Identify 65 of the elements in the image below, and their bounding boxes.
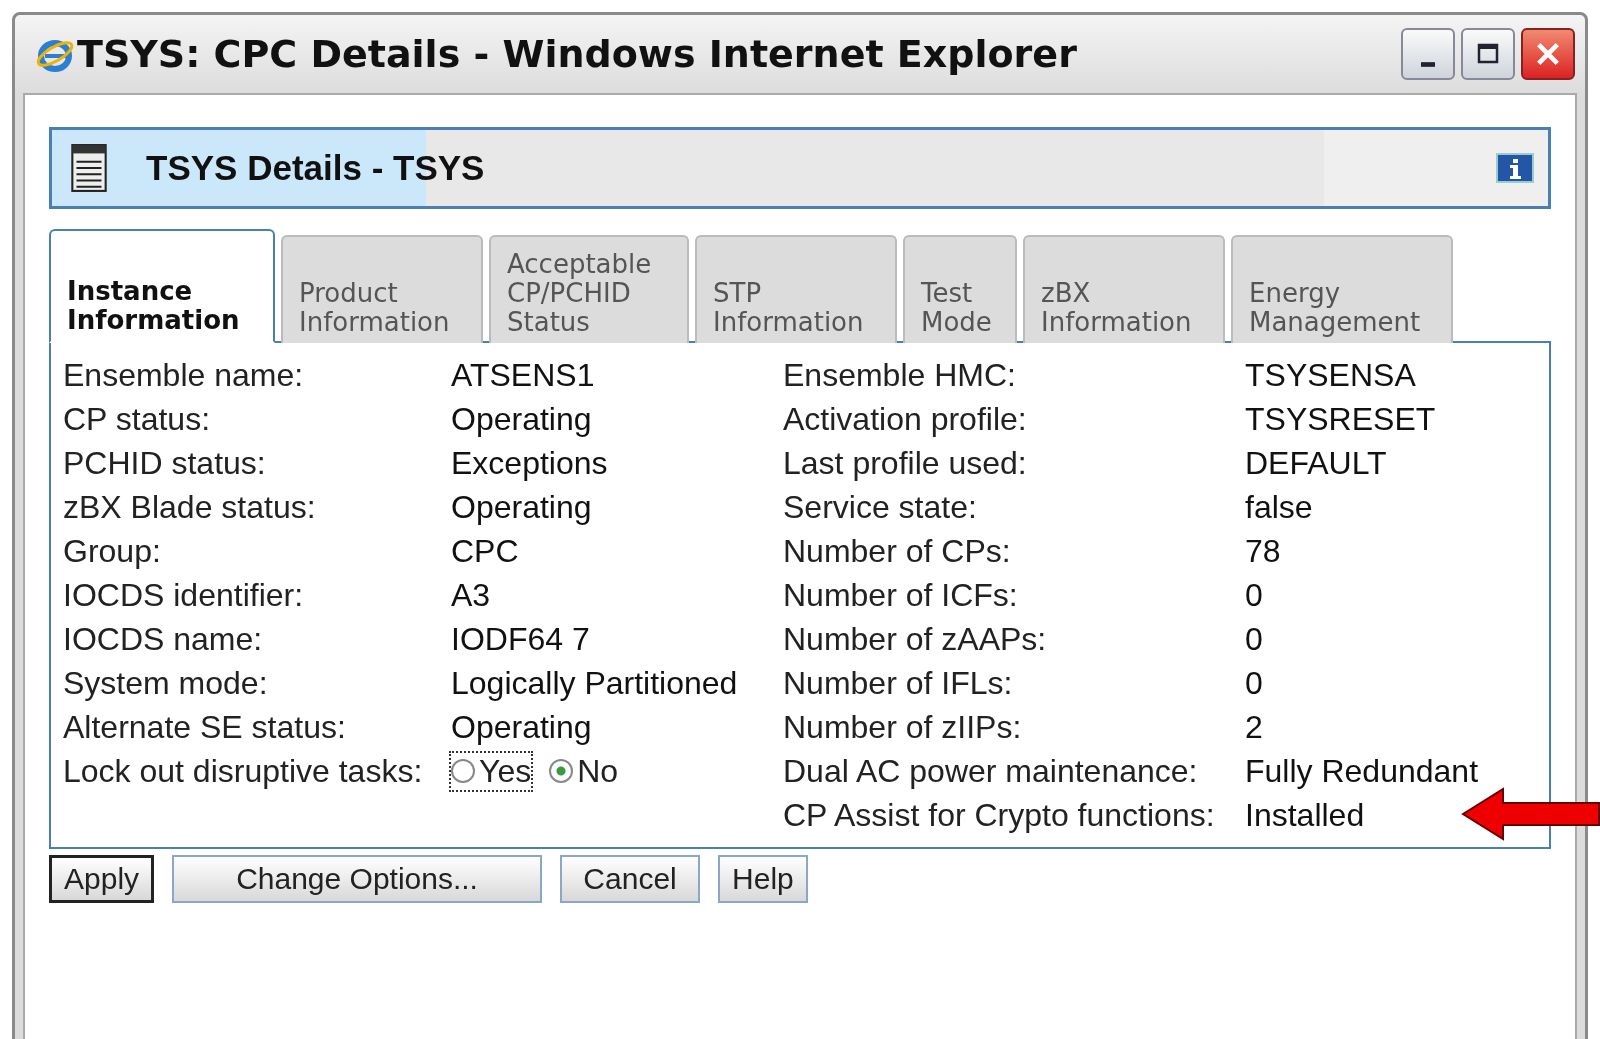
field-value: TSYSENSA [1245,356,1416,394]
maximize-button[interactable] [1461,28,1515,80]
field-label: Number of IFLs: [783,664,1014,702]
radio-option[interactable]: Yes [451,752,532,790]
field-label: Dual AC power maintenance: [783,752,1199,790]
field-label: CP status: [63,400,212,438]
minimize-icon [1421,61,1435,67]
field-label: IOCDS identifier: [63,576,305,614]
arrow-icon [1461,787,1600,841]
field-label: Last profile used: [783,444,1028,482]
field-value: Operating [451,488,593,526]
dialog-button[interactable]: Cancel [560,855,701,903]
radio-option[interactable]: No [549,752,619,790]
panel-title: TSYS Details - TSYS [146,148,485,188]
field-label: Activation profile: [783,400,1028,438]
tab[interactable]: zBX Information [1023,235,1225,343]
field-value: DEFAULT [1245,444,1387,482]
field-label: Number of ICFs: [783,576,1019,614]
field-value: Operating [451,400,593,438]
tab[interactable]: STP Information [695,235,897,343]
close-icon [1534,40,1562,68]
info-icon[interactable] [1496,153,1534,183]
tab[interactable]: Energy Management [1231,235,1453,343]
field-label: Group: [63,532,162,570]
tab[interactable]: Acceptable CP/PCHID Status [489,235,689,343]
field-label: Ensemble name: [63,356,305,394]
dialog-button[interactable]: Apply [49,855,155,903]
field-label: Lock out disruptive tasks: [63,752,424,790]
maximize-icon [1476,42,1500,66]
field-value: CPC [451,532,520,570]
field-value: 78 [1245,532,1281,570]
field-label: Ensemble HMC: [783,356,1017,394]
document-icon [70,143,108,193]
window-title: TSYS: CPC Details - Windows Internet Explorer [77,32,1077,76]
tab[interactable]: Test Mode [903,235,1017,343]
field-label: Number of zIIPs: [783,708,1023,746]
field-label: Alternate SE status: [63,708,347,746]
field-value: 0 [1245,620,1263,658]
field-value: Installed [1245,796,1365,834]
field-label: System mode: [63,664,269,702]
field-label: Number of CPs: [783,532,1012,570]
field-value: Logically Partitioned [451,664,739,702]
field-label: Number of zAAPs: [783,620,1048,658]
field-label: zBX Blade status: [63,488,317,526]
field-value: ATSENS1 [451,356,596,394]
field-value: IODF64 7 [451,620,591,658]
field-label: CP Assist for Crypto functions: [783,796,1216,834]
field-value: 0 [1245,576,1263,614]
field-label: Service state: [783,488,978,526]
field-value: 2 [1245,708,1263,746]
dialog-button[interactable]: Change Options... [172,855,543,903]
dialog-button[interactable]: Help [718,855,808,903]
field-value: Exceptions [451,444,609,482]
field-value: false [1245,488,1313,526]
field-value: Operating [451,708,593,746]
field-value: Fully Redundant [1245,752,1479,790]
close-button[interactable] [1521,28,1575,80]
field-value: TSYSRESET [1245,400,1436,438]
field-label: IOCDS name: [63,620,264,658]
field-value: 0 [1245,664,1263,702]
tab[interactable]: Instance Information [49,229,275,343]
field-value: A3 [451,576,492,614]
field-label: PCHID status: [63,444,267,482]
minimize-button[interactable] [1401,28,1455,80]
tab[interactable]: Product Information [281,235,483,343]
